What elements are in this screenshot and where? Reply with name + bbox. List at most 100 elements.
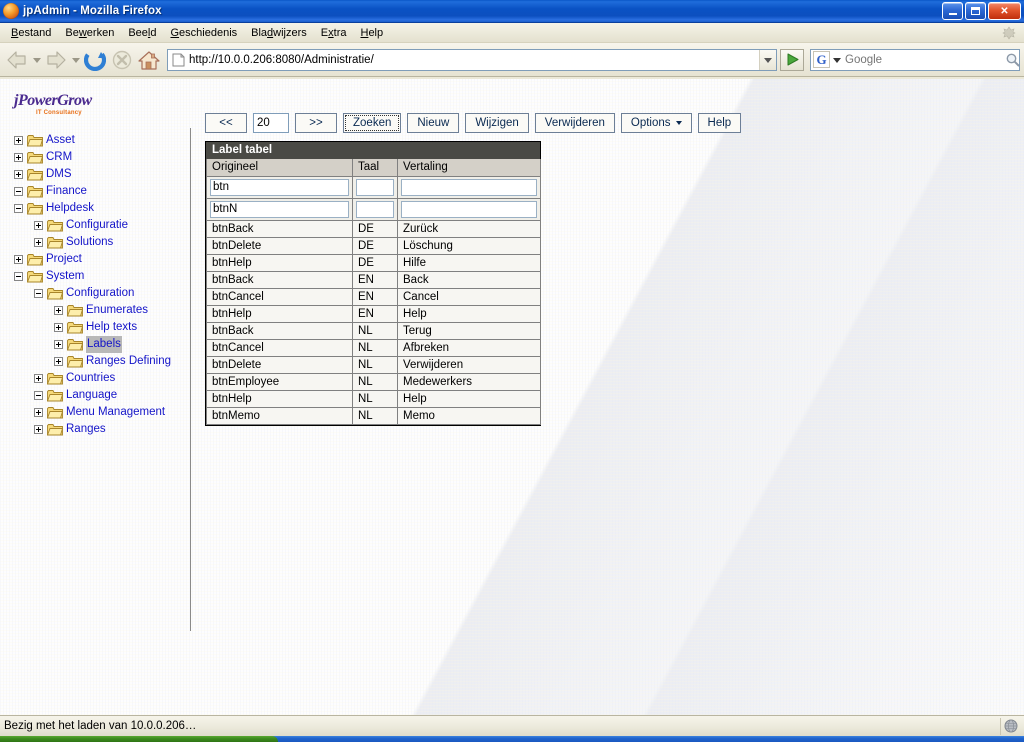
tree-item-asset[interactable]: Asset xyxy=(0,132,190,149)
tree-item-crm[interactable]: CRM xyxy=(0,149,190,166)
prev-page-button[interactable]: << xyxy=(205,113,247,133)
folder-icon xyxy=(27,185,43,198)
search-bar[interactable]: G xyxy=(810,48,1023,71)
search-engine-dropdown-icon[interactable] xyxy=(831,57,842,63)
tree-item-configuratie[interactable]: Configuratie xyxy=(0,217,190,234)
expand-plus-icon[interactable] xyxy=(54,340,63,349)
minimize-button[interactable] xyxy=(942,2,963,20)
options-button[interactable]: Options xyxy=(620,113,692,133)
expand-plus-icon[interactable] xyxy=(14,153,23,162)
cell-vertaling: Back xyxy=(397,270,541,289)
search-button[interactable]: Zoeken xyxy=(343,113,402,133)
next-page-button[interactable]: >> xyxy=(295,113,337,133)
table-row[interactable]: btnHelp EN Help xyxy=(206,304,541,323)
back-dropdown-icon[interactable] xyxy=(31,57,42,63)
table-row[interactable]: btnDelete NL Verwijderen xyxy=(206,355,541,374)
menu-extra[interactable]: Extra xyxy=(314,25,354,41)
close-button[interactable]: ✕ xyxy=(988,2,1021,20)
search-input[interactable] xyxy=(842,52,1001,67)
table-row[interactable]: btnEmployee NL Medewerkers xyxy=(206,372,541,391)
tree-item-helpdesk[interactable]: Helpdesk xyxy=(0,200,190,217)
collapse-minus-icon[interactable] xyxy=(34,289,43,298)
column-header-vertaling[interactable]: Vertaling xyxy=(397,159,541,177)
folder-icon xyxy=(47,423,63,436)
expand-plus-icon[interactable] xyxy=(14,136,23,145)
filter-input-taal[interactable] xyxy=(356,178,394,196)
forward-dropdown-icon[interactable] xyxy=(70,57,81,63)
filter-input-vertaling[interactable] xyxy=(401,178,537,196)
expand-plus-icon[interactable] xyxy=(14,170,23,179)
tree-item-ranges-defining[interactable]: Ranges Defining xyxy=(0,353,190,370)
expand-plus-icon[interactable] xyxy=(34,221,43,230)
collapse-minus-icon[interactable] xyxy=(14,187,23,196)
menu-beeld[interactable]: Beeld xyxy=(121,25,163,41)
tree-item-menu-management[interactable]: Menu Management xyxy=(0,404,190,421)
table-row[interactable]: btnHelp NL Help xyxy=(206,389,541,408)
tree-item-countries[interactable]: Countries xyxy=(0,370,190,387)
maximize-button[interactable] xyxy=(965,2,986,20)
filter-cell-vertaling xyxy=(397,175,541,199)
delete-button[interactable]: Verwijderen xyxy=(534,113,615,133)
tree-item-enumerates[interactable]: Enumerates xyxy=(0,302,190,319)
extension-diamond-icon[interactable] xyxy=(1002,26,1016,40)
table-row[interactable]: btnCancel EN Cancel xyxy=(206,287,541,306)
expand-plus-icon[interactable] xyxy=(34,238,43,247)
collapse-minus-icon[interactable] xyxy=(14,204,23,213)
expand-plus-icon[interactable] xyxy=(54,306,63,315)
new-button[interactable]: Nieuw xyxy=(407,113,460,133)
start-button[interactable] xyxy=(0,736,278,742)
tree-item-finance[interactable]: Finance xyxy=(0,183,190,200)
tree-item-project[interactable]: Project xyxy=(0,251,190,268)
forward-icon[interactable] xyxy=(43,47,69,73)
address-dropdown-icon[interactable] xyxy=(759,49,776,70)
tree-item-configuration[interactable]: Configuration xyxy=(0,285,190,302)
expand-plus-icon[interactable] xyxy=(34,374,43,383)
tree-item-dms[interactable]: DMS xyxy=(0,166,190,183)
reload-icon[interactable] xyxy=(82,47,108,73)
security-globe-icon[interactable] xyxy=(1000,717,1020,735)
expand-plus-icon[interactable] xyxy=(54,323,63,332)
filter-input-taal[interactable] xyxy=(356,200,394,218)
table-row[interactable]: btnCancel NL Afbreken xyxy=(206,338,541,357)
go-button[interactable] xyxy=(780,48,804,71)
expand-plus-icon[interactable] xyxy=(34,425,43,434)
tree-item-solutions[interactable]: Solutions xyxy=(0,234,190,251)
filter-input-vertaling[interactable] xyxy=(401,200,537,218)
cell-taal: NL xyxy=(352,372,398,391)
tree-item-language[interactable]: Language xyxy=(0,387,190,404)
filter-input-origineel[interactable] xyxy=(210,200,349,218)
table-row[interactable]: btnMemo NL Memo xyxy=(206,406,541,425)
tree-item-ranges[interactable]: Ranges xyxy=(0,421,190,438)
menu-bladwijzers[interactable]: Bladwijzers xyxy=(244,25,314,41)
menu-bestand[interactable]: Bestand xyxy=(4,25,58,41)
cell-origineel: btnBack xyxy=(206,219,353,238)
address-bar[interactable]: http://10.0.0.206:8080/Administratie/ xyxy=(167,48,777,71)
tree-item-system[interactable]: System xyxy=(0,268,190,285)
table-row[interactable]: btnBack NL Terug xyxy=(206,321,541,340)
table-row[interactable]: btnBack DE Zurück xyxy=(206,219,541,238)
tree-item-labels[interactable]: Labels xyxy=(0,336,190,353)
expand-plus-icon[interactable] xyxy=(34,408,43,417)
page-size-input[interactable] xyxy=(253,113,289,133)
edit-button[interactable]: Wijzigen xyxy=(465,113,529,133)
help-button[interactable]: Help xyxy=(697,113,742,133)
back-icon[interactable] xyxy=(4,47,30,73)
expand-plus-icon[interactable] xyxy=(54,357,63,366)
expand-plus-icon[interactable] xyxy=(14,255,23,264)
search-magnifier-icon[interactable] xyxy=(1001,52,1023,67)
menu-help[interactable]: Help xyxy=(353,25,390,41)
tree-item-help-texts[interactable]: Help texts xyxy=(0,319,190,336)
menu-geschiedenis[interactable]: Geschiedenis xyxy=(163,25,244,41)
home-icon[interactable] xyxy=(136,47,162,73)
column-header-taal[interactable]: Taal xyxy=(352,159,398,177)
filter-input-origineel[interactable] xyxy=(210,178,349,196)
column-header-origineel[interactable]: Origineel xyxy=(206,159,353,177)
collapse-minus-icon[interactable] xyxy=(34,391,43,400)
menu-bewerken[interactable]: Bewerken xyxy=(58,25,121,41)
table-row[interactable]: btnHelp DE Hilfe xyxy=(206,253,541,272)
collapse-minus-icon[interactable] xyxy=(14,272,23,281)
google-icon[interactable]: G xyxy=(813,51,830,68)
table-row[interactable]: btnDelete DE Löschung xyxy=(206,236,541,255)
table-row[interactable]: btnBack EN Back xyxy=(206,270,541,289)
data-rows: btnBack DE Zurück btnDelete DE Löschung btnHel… xyxy=(206,219,541,425)
